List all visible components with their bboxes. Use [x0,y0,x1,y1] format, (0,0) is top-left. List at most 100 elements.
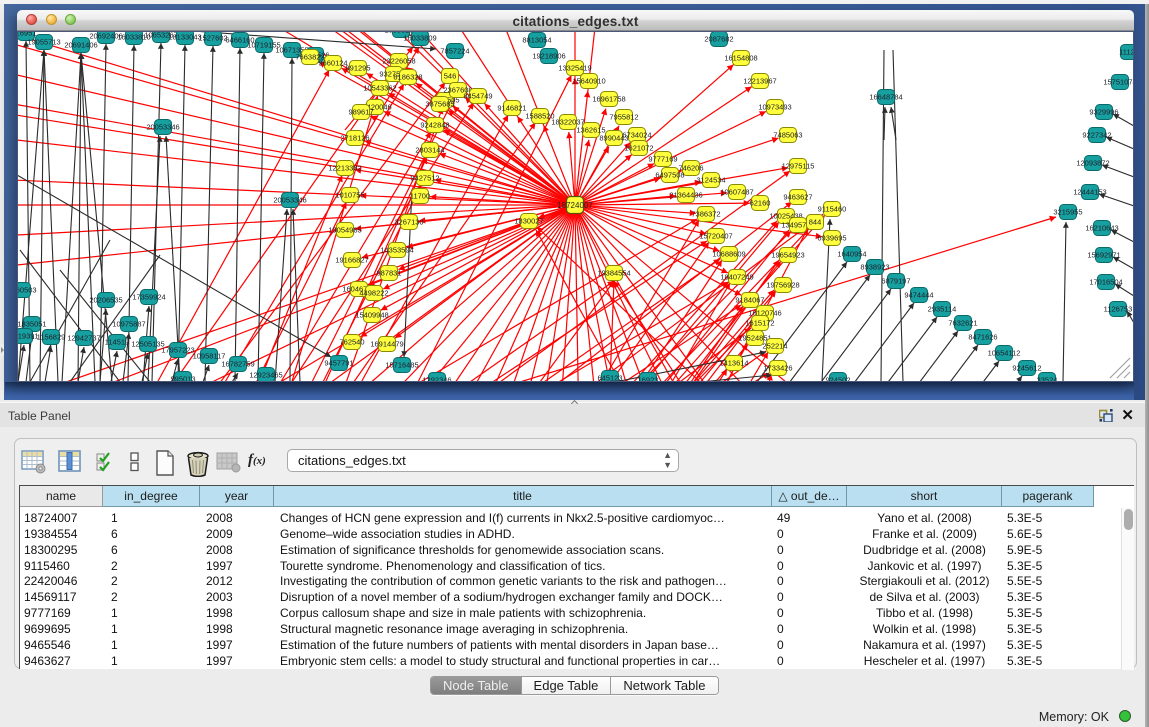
svg-text:16923: 16923 [638,376,659,383]
svg-text:16961758: 16961758 [592,95,625,104]
svg-text:6879197: 6879197 [881,277,910,286]
svg-text:16914479: 16914479 [370,340,403,349]
svg-text:924502: 924502 [825,376,850,383]
svg-text:17359924: 17359924 [132,293,165,302]
svg-text:7857224: 7857224 [440,47,469,56]
svg-text:2660503: 2660503 [17,286,37,295]
svg-text:2087682: 2087682 [704,35,733,44]
svg-text:17957223: 17957223 [161,346,194,355]
svg-text:252214: 252214 [762,342,787,351]
svg-text:19055713: 19055713 [27,38,60,47]
svg-text:10973493: 10973493 [758,103,791,112]
svg-text:12975115: 12975115 [782,162,815,171]
svg-text:12505135: 12505135 [131,340,164,349]
svg-text:1588520: 1588520 [525,112,554,121]
svg-text:16648784: 16648784 [869,93,902,102]
svg-text:4498222: 4498222 [359,289,388,298]
svg-text:9245612: 9245612 [1012,364,1041,373]
svg-text:19756928: 19756928 [766,281,799,290]
svg-text:20053346: 20053346 [273,196,306,205]
svg-text:995013: 995013 [170,375,195,383]
svg-text:6939695: 6939695 [817,234,846,243]
svg-text:1156829: 1156829 [37,333,66,342]
svg-text:23226058: 23226058 [382,57,415,66]
svg-text:19384554: 19384554 [597,269,630,278]
svg-text:7485063: 7485063 [773,131,802,140]
svg-text:1010755: 1010755 [335,191,364,200]
svg-text:10607487: 10607487 [720,188,753,197]
svg-text:8186328: 8186328 [393,73,422,82]
svg-text:9660124: 9660124 [318,59,347,68]
svg-text:7386372: 7386372 [691,210,720,219]
svg-text:20691406: 20691406 [64,41,97,50]
svg-text:3267130: 3267130 [394,218,423,227]
svg-text:11122: 11122 [1119,48,1134,57]
svg-text:15720407: 15720407 [699,232,732,241]
svg-text:7632621: 7632621 [948,319,977,328]
svg-text:15751074: 15751074 [1103,78,1134,87]
svg-text:3875685: 3875685 [425,100,454,109]
svg-text:19166827: 19166827 [335,256,368,265]
svg-text:62160: 62160 [750,199,771,208]
svg-text:6734024: 6734024 [622,131,651,140]
svg-text:1835051: 1835051 [17,320,46,329]
svg-text:1621072: 1621072 [624,144,653,153]
svg-text:17016504: 17016504 [1089,278,1122,287]
svg-text:12093872: 12093872 [1076,159,1109,168]
svg-text:10654112: 10654112 [988,349,1021,358]
svg-text:9427512: 9427512 [410,174,439,183]
svg-text:9227342: 9227342 [1082,131,1111,140]
svg-text:19218906: 19218906 [532,52,565,61]
svg-text:9184067: 9184067 [735,296,764,305]
svg-text:1527602: 1527602 [198,34,227,43]
svg-text:12213967: 12213967 [743,77,776,86]
svg-text:11700: 11700 [410,192,430,201]
svg-text:21364436: 21364436 [669,191,702,200]
svg-text:15640910: 15640910 [572,77,605,86]
svg-text:7955812: 7955812 [609,113,638,122]
svg-text:33524: 33524 [1037,376,1058,383]
svg-text:16210643: 16210643 [1085,224,1118,233]
svg-text:20206535: 20206535 [89,296,122,305]
svg-text:1615172: 1615172 [745,319,774,328]
svg-text:1733426: 1733426 [763,364,792,373]
svg-text:887831: 887831 [376,269,401,278]
svg-text:16782759: 16782759 [221,360,254,369]
svg-text:9777169: 9777169 [648,155,677,164]
svg-text:9457791: 9457791 [324,359,353,368]
svg-text:2935114: 2935114 [928,305,957,314]
svg-text:20053346: 20053346 [146,123,179,132]
svg-text:2803144: 2803144 [415,146,444,155]
svg-text:16033809: 16033809 [403,34,436,43]
svg-text:3215955: 3215955 [1053,208,1082,217]
svg-text:9146821: 9146821 [497,104,526,113]
svg-text:9463627: 9463627 [783,193,812,202]
svg-text:19654923: 19654923 [771,251,804,260]
svg-text:3124534: 3124534 [696,176,725,185]
svg-text:14353594: 14353594 [380,246,413,255]
svg-text:10975887: 10975887 [112,320,145,329]
svg-text:891295: 891295 [345,64,370,73]
svg-text:12942737: 12942737 [67,334,100,343]
svg-text:2718126: 2718126 [340,134,369,143]
svg-text:8938923: 8938923 [860,263,889,272]
svg-text:10688609: 10688609 [712,250,745,259]
svg-text:844: 844 [809,218,822,227]
svg-text:1126753: 1126753 [1104,305,1133,314]
svg-text:1413614: 1413614 [719,359,748,368]
svg-text:6497508: 6497508 [655,171,684,180]
svg-text:989617: 989617 [348,108,373,117]
svg-text:15716485: 15716485 [385,361,418,370]
svg-text:546: 546 [444,72,457,81]
svg-text:18407249: 18407249 [720,273,753,282]
svg-text:12213382: 12213382 [328,164,361,173]
svg-text:19054985: 19054985 [328,226,361,235]
svg-text:16154808: 16154808 [724,54,757,63]
svg-text:8813054: 8813054 [522,36,551,45]
svg-text:114519: 114519 [105,338,129,347]
svg-text:9242848: 9242848 [420,121,449,130]
svg-text:10543362: 10543362 [363,84,396,93]
svg-text:8471626: 8471626 [968,333,997,342]
svg-text:9115460: 9115460 [818,205,847,214]
svg-text:3919391: 3919391 [17,332,39,341]
